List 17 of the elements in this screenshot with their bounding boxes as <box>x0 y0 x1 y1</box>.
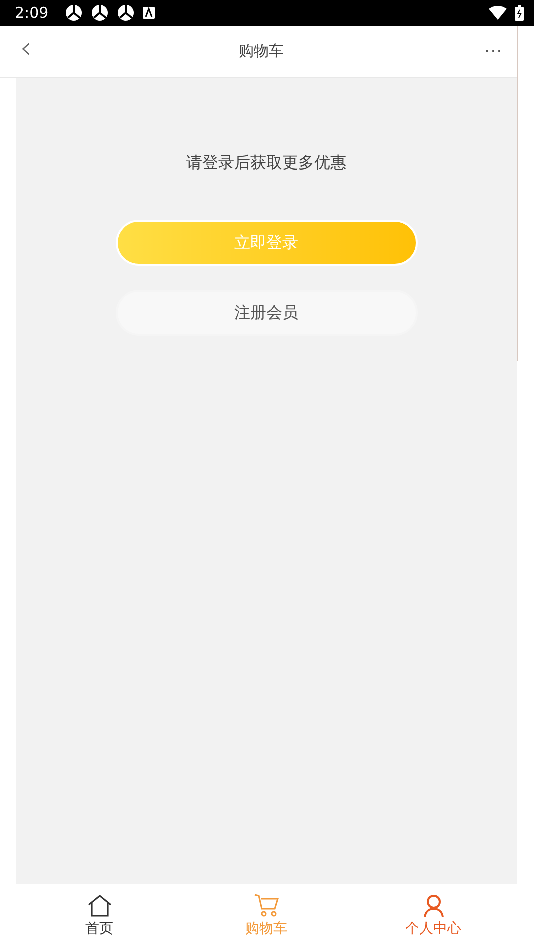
tab-item[interactable]: 首页 <box>16 884 183 950</box>
register-button[interactable]: 注册会员 <box>116 290 418 336</box>
more-button[interactable]: ··· <box>463 42 503 61</box>
notification-icon <box>142 7 155 19</box>
person-icon <box>422 894 444 918</box>
battery-icon <box>515 5 524 21</box>
app-icon <box>116 4 135 22</box>
page-title: 购物车 <box>238 42 285 61</box>
home-icon <box>86 894 112 918</box>
wifi-icon <box>489 6 507 20</box>
status-time: 2:09 <box>15 4 49 22</box>
tab-item[interactable]: 个人中心 <box>350 884 517 950</box>
app-icon <box>90 4 109 22</box>
back-button[interactable]: ‹ <box>20 34 60 64</box>
cart-icon <box>254 894 280 918</box>
login-prompt: 请登录后获取更多优惠 <box>186 153 346 174</box>
app-icon <box>64 4 83 22</box>
